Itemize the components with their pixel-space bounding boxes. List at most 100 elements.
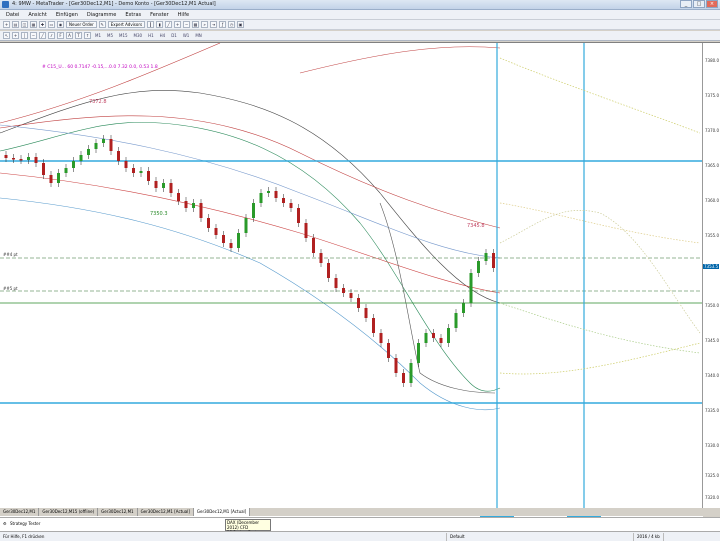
label-icon[interactable]: T [75, 32, 82, 39]
indicator-legend: # C15_U... 60 0.7147 -0.15,...0.0 7.32 0… [42, 65, 158, 70]
timeframe-m15[interactable]: M15 [117, 32, 130, 39]
candle-body [184, 201, 188, 208]
candle-body [409, 363, 413, 383]
candle-body [154, 181, 158, 188]
indicators-icon[interactable]: ƒ [219, 21, 227, 28]
timeframe-d1[interactable]: D1 [169, 32, 179, 39]
timeframe-h4[interactable]: H4 [158, 32, 168, 39]
navigator-icon[interactable]: ✚ [39, 21, 46, 28]
profiles-icon[interactable]: ▤ [12, 21, 19, 28]
chart-tab[interactable]: Ger30Dec12,M15 (offline) [39, 508, 99, 516]
price-label: 7360.0 [705, 198, 719, 203]
window-controls: _ □ × [680, 0, 718, 8]
timeframe-mn[interactable]: MN [193, 32, 203, 39]
main-toolbar: + ▤ ◫ ▦ ✚ ▭ ◉ Neuer Order ✎ Expert Advis… [0, 20, 720, 30]
periods-icon[interactable]: ◷ [228, 21, 236, 28]
indicator-line [0, 115, 501, 229]
price-label: 7320.0 [705, 495, 719, 500]
autoscroll-icon[interactable]: » [201, 21, 209, 28]
arrows-icon[interactable]: ↑ [84, 32, 91, 39]
candle-body [364, 308, 368, 318]
candle-body [4, 155, 8, 158]
chart-tab[interactable]: Ger30Dec12,M1 [0, 508, 40, 516]
menu-help[interactable]: Hilfe [178, 12, 189, 18]
timeframe-m5[interactable]: M5 [105, 32, 115, 39]
projection-curve [499, 302, 701, 354]
candle-body [357, 298, 360, 308]
projection-curve [499, 342, 701, 375]
title-bar: 4: 9MW - MetaTrader - [Ger30Dec12,M1] - … [0, 0, 720, 10]
data-window-icon[interactable]: ▦ [30, 21, 37, 28]
app-icon [2, 1, 9, 8]
candle-body [124, 161, 128, 168]
candle-body [439, 338, 443, 343]
menu-tools[interactable]: Extras [125, 12, 141, 18]
price-axis[interactable]: 7380.0 7375.0 7370.0 7365.0 7360.0 7355.… [702, 43, 720, 509]
meta-editor-icon[interactable]: ✎ [98, 21, 106, 28]
chart-tab[interactable]: Ger30Dec12,M1 [Actual] [138, 508, 194, 516]
line-chart-icon[interactable]: ╱ [165, 21, 173, 28]
price-label: 7330.0 [705, 443, 719, 448]
candle-body [109, 139, 113, 151]
crosshair-icon[interactable]: + [12, 32, 19, 39]
strategy-tester-item[interactable]: Strategy Tester [10, 521, 40, 526]
candle-body [447, 328, 450, 343]
candle-body [424, 333, 428, 343]
indicator-line [0, 43, 221, 124]
vertical-lines [496, 43, 585, 509]
chart-tab[interactable]: Ger30Dec12,M1 [98, 508, 138, 516]
timeframe-w1[interactable]: W1 [181, 32, 192, 39]
candle-body [27, 157, 30, 160]
candle-body [237, 233, 240, 248]
timeframe-m30[interactable]: M30 [132, 32, 145, 39]
zoom-in-icon[interactable]: + [174, 21, 182, 28]
candle-body [64, 168, 68, 173]
expert-advisors-button[interactable]: Expert Advisors [107, 21, 146, 28]
menu-window[interactable]: Fenster [150, 12, 169, 18]
text-icon[interactable]: A [66, 32, 73, 39]
tile-windows-icon[interactable]: ▩ [192, 21, 200, 28]
channel-icon[interactable]: ⫽ [48, 32, 55, 39]
projection-curves [499, 57, 701, 375]
minimize-button[interactable]: _ [680, 0, 692, 8]
fibonacci-icon[interactable]: F [57, 32, 64, 39]
tester-icon-small: ⚙ [3, 521, 7, 526]
terminal-icon[interactable]: ▭ [48, 21, 55, 28]
market-watch-icon[interactable]: ◫ [21, 21, 28, 28]
horizontal-line-icon[interactable]: ─ [30, 32, 37, 39]
price-chart[interactable]: 7372.8 7350.3 7345.8 ##4 pt ##5 pt [0, 43, 703, 509]
candle-body [312, 238, 315, 253]
maximize-button[interactable]: □ [693, 0, 705, 8]
candle-body [252, 203, 255, 218]
new-order-button[interactable]: Neuer Order [66, 21, 97, 28]
candle-body [334, 278, 338, 288]
candle-body [229, 243, 233, 248]
candle-body [87, 149, 90, 155]
bar-chart-icon[interactable]: ┃ [147, 21, 155, 28]
price-label: 7375.0 [705, 93, 719, 98]
candle-body [259, 193, 263, 203]
chart-window[interactable]: 7372.8 7350.3 7345.8 ##4 pt ##5 pt # C15… [0, 42, 720, 522]
menu-insert[interactable]: Einfügen [56, 12, 78, 18]
cursor-icon[interactable]: ↖ [3, 32, 10, 39]
candle-body [57, 173, 60, 183]
chart-shift-icon[interactable]: ⇥ [210, 21, 218, 28]
zoom-out-icon[interactable]: − [183, 21, 191, 28]
candle-body [274, 191, 278, 198]
menu-file[interactable]: Datei [6, 12, 19, 18]
menu-charts[interactable]: Diagramme [87, 12, 116, 18]
candle-body [372, 318, 375, 333]
chart-tab-active[interactable]: Ger30Dec12,M1 [Actual] [193, 508, 251, 516]
candle-body [199, 203, 203, 218]
new-chart-icon[interactable]: + [3, 21, 10, 28]
close-button[interactable]: × [706, 0, 718, 8]
tester-icon[interactable]: ◉ [57, 21, 64, 28]
timeframe-h1[interactable]: H1 [146, 32, 156, 39]
candle-chart-icon[interactable]: ▮ [156, 21, 164, 28]
menu-view[interactable]: Ansicht [28, 12, 46, 18]
candle-body [289, 203, 293, 208]
trendline-icon[interactable]: ╱ [39, 32, 46, 39]
timeframe-m1[interactable]: M1 [93, 32, 103, 39]
templates-icon[interactable]: ▣ [237, 21, 245, 28]
vertical-line-icon[interactable]: │ [21, 32, 28, 39]
